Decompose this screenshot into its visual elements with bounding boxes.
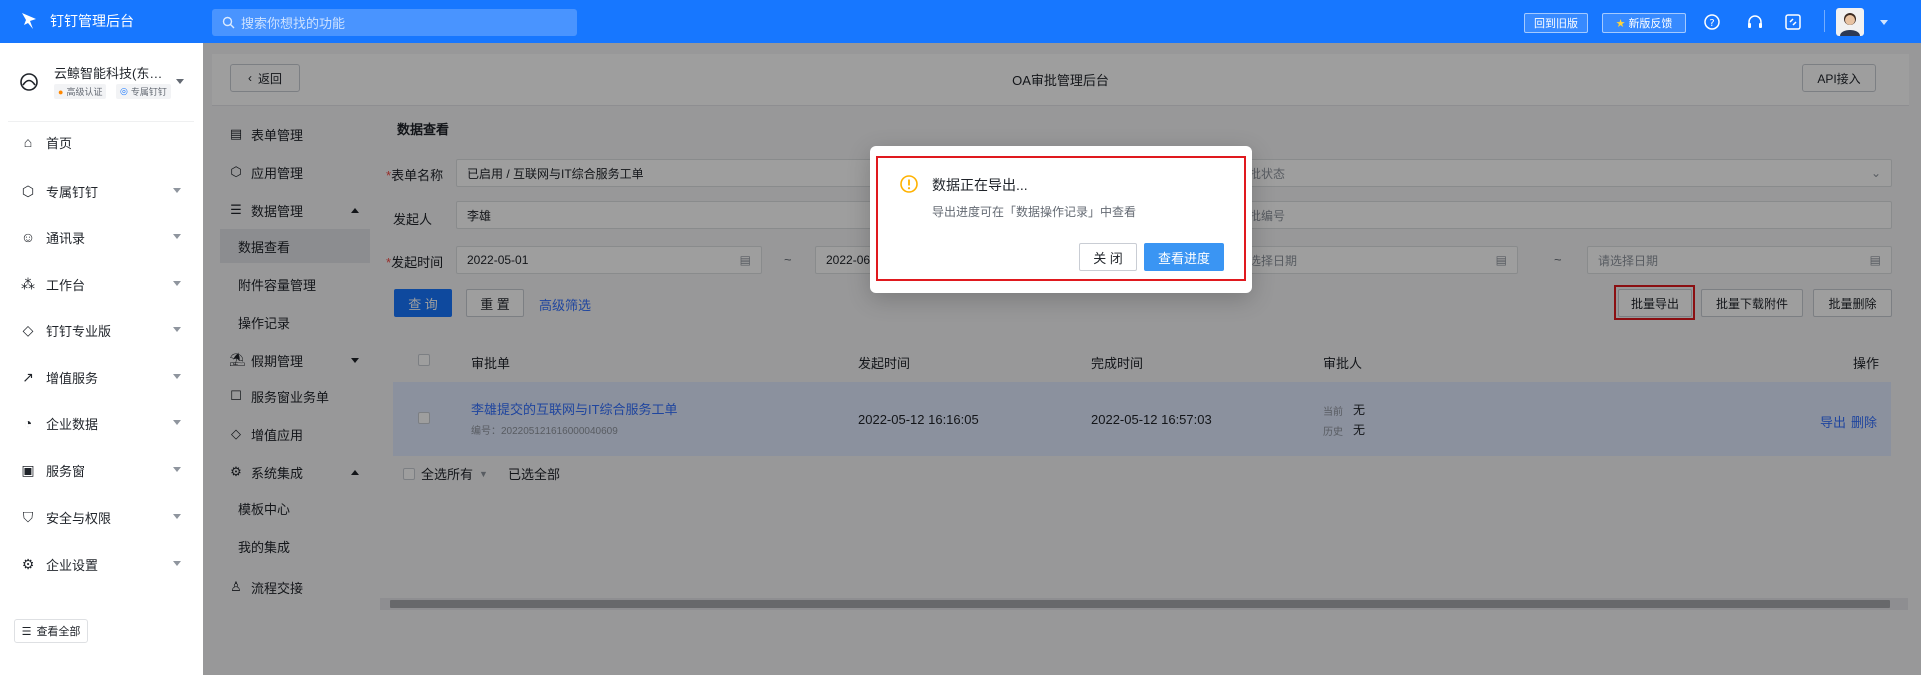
new-feedback-button[interactable]: ★ 新版反馈 xyxy=(1602,13,1686,33)
view-all-button[interactable]: ☰ 查看全部 xyxy=(14,619,88,643)
search-icon xyxy=(222,16,235,29)
sidebar-item-label: 首页 xyxy=(46,135,73,151)
back-to-old-button[interactable]: 回到旧版 xyxy=(1524,13,1588,33)
view-progress-button[interactable]: 查看进度 xyxy=(1144,243,1224,271)
contacts-icon: ☺ xyxy=(20,229,36,245)
brand-title: 钉钉管理后台 xyxy=(50,13,134,29)
warning-icon xyxy=(900,175,918,193)
sidebar-item-5[interactable]: ◇ 钉钉专业版 xyxy=(0,312,203,348)
shield-hex-icon: ⬡ xyxy=(21,182,35,199)
sidebar-item-10[interactable]: ⚙ 企业设置 xyxy=(0,546,203,582)
chevron-down-icon xyxy=(173,420,181,425)
dialog-message: 导出进度可在「数据操作记录」中查看 xyxy=(932,205,1137,219)
sidebar-item-label: 通讯录 xyxy=(46,230,86,246)
sidebar-divider xyxy=(8,121,194,122)
sidebar-item-1[interactable]: ⌂ 首页 xyxy=(0,124,203,160)
dingtalk-logo-icon xyxy=(22,13,36,29)
brand[interactable]: 钉钉管理后台 xyxy=(20,11,134,31)
svg-text:?: ? xyxy=(1709,18,1714,29)
star-icon: ★ xyxy=(1615,17,1626,30)
sidebar-item-label: 企业数据 xyxy=(46,416,99,432)
sidebar: 云鲸智能科技(东莞… ● 高级认证 ◎ 专属钉钉 ⌂ 首页 ⬡ 专属钉钉 ☺ 通讯录 ⁂ 工作台 ◇… xyxy=(0,43,203,675)
chevron-down-icon xyxy=(173,467,181,472)
sidebar-item-7[interactable]: ◔ 企业数据 xyxy=(0,405,203,441)
chevron-down-icon xyxy=(173,281,181,286)
topbar-divider xyxy=(1824,10,1825,32)
sidebar-item-label: 工作台 xyxy=(46,277,86,293)
chevron-down-icon xyxy=(173,188,181,193)
top-bar: 钉钉管理后台 搜索你想找的功能 回到旧版 ★ 新版反馈 ? xyxy=(0,0,1921,43)
sidebar-item-6[interactable]: ↗ 增值服务 xyxy=(0,359,203,395)
chevron-down-icon xyxy=(173,327,181,332)
trend-icon: ↗ xyxy=(22,368,34,385)
new-feedback-label: 新版反馈 xyxy=(1628,18,1673,30)
home-icon: ⌂ xyxy=(23,134,33,150)
modal-mask[interactable] xyxy=(203,43,1921,675)
org-logo-icon xyxy=(20,73,38,91)
headset-icon[interactable] xyxy=(1746,13,1764,31)
sidebar-item-label: 专属钉钉 xyxy=(46,184,99,200)
advanced-cert-badge: ● 高级认证 xyxy=(54,84,107,99)
sidebar-item-label: 钉钉专业版 xyxy=(46,323,112,339)
grid-icon: ⁂ xyxy=(21,275,35,292)
exclusive-badge: ◎ 专属钉钉 xyxy=(116,84,171,99)
sidebar-item-4[interactable]: ⁂ 工作台 xyxy=(0,266,203,302)
view-all-label: 查看全部 xyxy=(36,626,81,638)
settings-icon: ⚙ xyxy=(21,555,35,572)
chevron-down-icon xyxy=(173,374,181,379)
org-name: 云鲸智能科技(东莞… xyxy=(54,66,174,81)
avatar[interactable] xyxy=(1836,8,1864,36)
pie-icon: ◔ xyxy=(23,415,33,431)
sidebar-item-label: 服务窗 xyxy=(46,463,86,479)
list-icon: ☰ xyxy=(21,625,32,638)
chevron-down-icon xyxy=(173,234,181,239)
shield-check-icon: ⛉ xyxy=(22,508,34,525)
chevron-down-icon xyxy=(173,514,181,519)
sidebar-item-8[interactable]: ▣ 服务窗 xyxy=(0,452,203,488)
chevron-down-icon xyxy=(173,561,181,566)
sidebar-item-2[interactable]: ⬡ 专属钉钉 xyxy=(0,173,203,209)
search-placeholder: 搜索你想找的功能 xyxy=(241,16,346,31)
export-dialog: 数据正在导出... 导出进度可在「数据操作记录」中查看 关 闭 查看进度 xyxy=(870,146,1252,293)
sidebar-item-label: 企业设置 xyxy=(46,557,99,573)
org-switcher[interactable]: 云鲸智能科技(东莞… ● 高级认证 ◎ 专属钉钉 xyxy=(18,63,188,113)
close-button[interactable]: 关 闭 xyxy=(1079,243,1137,271)
fullscreen-icon[interactable] xyxy=(1784,13,1802,31)
window-icon: ▣ xyxy=(21,461,35,478)
avatar-chevron-down-icon[interactable] xyxy=(1880,20,1888,25)
org-chevron-down-icon xyxy=(176,79,184,84)
help-icon[interactable]: ? xyxy=(1703,13,1721,31)
diamond-icon: ◇ xyxy=(22,321,34,338)
sidebar-item-label: 安全与权限 xyxy=(46,510,112,526)
sidebar-item-3[interactable]: ☺ 通讯录 xyxy=(0,219,203,255)
dialog-title: 数据正在导出... xyxy=(932,177,1028,193)
sidebar-item-9[interactable]: ⛉ 安全与权限 xyxy=(0,499,203,535)
sidebar-item-label: 增值服务 xyxy=(46,370,99,386)
search-input[interactable]: 搜索你想找的功能 xyxy=(212,9,577,36)
